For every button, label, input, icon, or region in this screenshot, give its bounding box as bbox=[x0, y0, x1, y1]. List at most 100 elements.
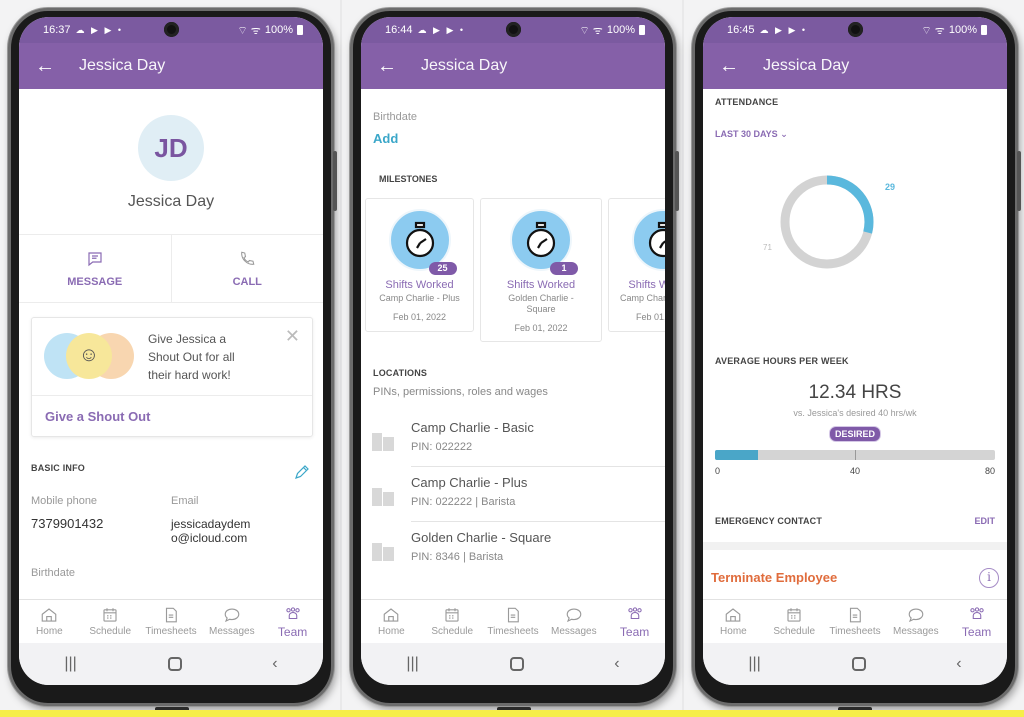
screen: 16:37 ☁ ▶ ▶ • ⌔ ᯤ 100% ← Jessica Day JD J… bbox=[19, 17, 323, 685]
attendance-heading: ATTENDANCE bbox=[715, 97, 779, 107]
tab-schedule[interactable]: Schedule bbox=[422, 600, 483, 643]
tab-team[interactable]: Team bbox=[604, 600, 665, 643]
profile-content[interactable]: JD Jessica Day MESSAGE CALL ☺ Give Jessi… bbox=[19, 89, 323, 599]
tab-label: Schedule bbox=[773, 626, 816, 637]
side-button bbox=[1017, 151, 1021, 211]
system-back-button[interactable]: ‹ bbox=[272, 655, 277, 673]
status-bar: 16:45 ☁ ▶ ▶ • ⌔ ᯤ 100% bbox=[703, 17, 1007, 43]
edit-emergency-contact-button[interactable]: EDIT bbox=[974, 516, 995, 526]
system-back-button[interactable]: ‹ bbox=[956, 655, 961, 673]
message-icon bbox=[88, 251, 102, 266]
milestone-card[interactable]: Shifts Worked Camp Charlie - Basic Feb 0… bbox=[608, 198, 665, 332]
milestone-date: Feb 01, 2022 bbox=[392, 312, 447, 322]
locations-list: Camp Charlie - Basic PIN: 022222 Camp Cha… bbox=[361, 412, 665, 577]
phone-frame-milestones: 16:44 ☁ ▶ ▶ • ⌔ ᯤ 100% ← Jessica Day Birt… bbox=[350, 8, 679, 706]
terminate-employee-row[interactable]: Terminate Employee i bbox=[703, 550, 1007, 599]
team-icon bbox=[969, 606, 984, 619]
back-arrow-icon[interactable]: ← bbox=[377, 56, 421, 76]
screen: 16:45 ☁ ▶ ▶ • ⌔ ᯤ 100% ← Jessica Day ATTE… bbox=[703, 17, 1007, 685]
milestone-title: Shifts Worked bbox=[506, 279, 576, 291]
recent-apps-button[interactable]: ||| bbox=[748, 655, 760, 673]
calendar-icon bbox=[445, 608, 459, 622]
tab-timesheets[interactable]: Timesheets bbox=[141, 600, 202, 643]
home-icon bbox=[726, 608, 741, 622]
hours-axis: 0 40 80 bbox=[715, 466, 995, 478]
milestones-heading: MILESTONES bbox=[379, 174, 438, 184]
tab-team[interactable]: Team bbox=[262, 600, 323, 643]
side-button bbox=[333, 151, 337, 211]
document-icon bbox=[507, 607, 519, 623]
system-back-button[interactable]: ‹ bbox=[614, 655, 619, 673]
add-birthdate-link[interactable]: Add bbox=[373, 131, 653, 146]
emergency-contact-row: EMERGENCY CONTACT EDIT bbox=[703, 516, 1007, 550]
location-item[interactable]: Camp Charlie - Plus PIN: 022222 | Barista bbox=[361, 467, 665, 522]
give-shoutout-link[interactable]: Give a Shout Out bbox=[32, 396, 312, 436]
tab-team[interactable]: Team bbox=[946, 600, 1007, 643]
profile-content[interactable]: Birthdate Add MILESTONES 25 Shifts Worke… bbox=[361, 89, 665, 599]
tab-messages[interactable]: Messages bbox=[201, 600, 262, 643]
shoutout-text: Give Jessica a Shout Out for all their h… bbox=[148, 331, 235, 382]
notification-icons: ☁ ▶ ▶ • bbox=[75, 24, 124, 35]
location-name: Camp Charlie - Plus bbox=[411, 475, 528, 490]
recent-apps-button[interactable]: ||| bbox=[406, 655, 418, 673]
milestone-card[interactable]: 1 Shifts Worked Golden Charlie - Square … bbox=[480, 198, 602, 342]
location-item[interactable]: Camp Charlie - Basic PIN: 022222 bbox=[361, 412, 665, 467]
edit-pencil-icon[interactable] bbox=[293, 463, 311, 486]
avg-hours-heading: AVERAGE HOURS PER WEEK bbox=[715, 356, 849, 366]
tab-home[interactable]: Home bbox=[703, 600, 764, 643]
tab-timesheets[interactable]: Timesheets bbox=[825, 600, 886, 643]
tab-home[interactable]: Home bbox=[19, 600, 80, 643]
call-button[interactable]: CALL bbox=[170, 235, 324, 302]
tab-messages[interactable]: Messages bbox=[885, 600, 946, 643]
milestone-card[interactable]: 25 Shifts Worked Camp Charlie - Plus Feb… bbox=[365, 198, 474, 332]
location-detail: PIN: 8346 | Barista bbox=[411, 551, 504, 563]
profile-content[interactable]: ATTENDANCE LAST 30 DAYS ⌄ 29 71 AVERAGE … bbox=[703, 89, 1007, 599]
contact-actions: MESSAGE CALL bbox=[19, 235, 323, 303]
system-nav-bar: ||| ‹ bbox=[703, 643, 1007, 685]
tab-timesheets[interactable]: Timesheets bbox=[483, 600, 544, 643]
location-detail: PIN: 022222 | Barista bbox=[411, 496, 516, 508]
avg-hours-subtitle: vs. Jessica's desired 40 hrs/wk bbox=[793, 408, 917, 418]
birthdate-label: Birthdate bbox=[373, 111, 418, 123]
basic-info-heading: BASIC INFO bbox=[31, 463, 86, 473]
tab-home[interactable]: Home bbox=[361, 600, 422, 643]
tab-messages[interactable]: Messages bbox=[543, 600, 604, 643]
document-icon bbox=[165, 607, 177, 623]
milestones-carousel[interactable]: 25 Shifts Worked Camp Charlie - Plus Feb… bbox=[361, 198, 665, 342]
phone-frame-profile: 16:37 ☁ ▶ ▶ • ⌔ ᯤ 100% ← Jessica Day JD J… bbox=[8, 8, 337, 706]
phone-frame-attendance: 16:45 ☁ ▶ ▶ • ⌔ ᯤ 100% ← Jessica Day ATTE… bbox=[692, 8, 1021, 706]
bottom-tab-bar: Home Schedule Timesheets Messages Team bbox=[703, 599, 1007, 643]
milestone-title: Shifts Worked bbox=[385, 279, 454, 291]
status-time: 16:45 bbox=[727, 24, 755, 36]
location-item[interactable]: Golden Charlie - Square PIN: 8346 | Baris… bbox=[361, 522, 665, 577]
building-icon bbox=[361, 522, 399, 577]
close-icon[interactable]: ✕ bbox=[285, 326, 300, 347]
message-button[interactable]: MESSAGE bbox=[19, 235, 171, 302]
date-range-dropdown[interactable]: LAST 30 DAYS ⌄ bbox=[703, 129, 1007, 140]
info-icon[interactable]: i bbox=[979, 567, 999, 588]
tab-schedule[interactable]: Schedule bbox=[80, 600, 141, 643]
camera-icon bbox=[848, 22, 863, 37]
date-range-label: LAST 30 DAYS bbox=[715, 129, 778, 139]
app-bar: ← Jessica Day bbox=[19, 43, 323, 89]
home-button[interactable] bbox=[509, 657, 524, 671]
home-icon bbox=[384, 608, 399, 622]
back-arrow-icon[interactable]: ← bbox=[35, 56, 79, 76]
birthdate-label: Birthdate bbox=[31, 567, 76, 579]
building-icon bbox=[361, 412, 399, 467]
milestone-title: Shifts Worked bbox=[628, 279, 665, 291]
home-button[interactable] bbox=[167, 657, 182, 671]
calendar-icon bbox=[787, 608, 801, 622]
chevron-down-icon: ⌄ bbox=[780, 129, 788, 139]
tab-label: Home bbox=[720, 626, 747, 637]
recent-apps-button[interactable]: ||| bbox=[64, 655, 76, 673]
back-arrow-icon[interactable]: ← bbox=[719, 56, 763, 76]
terminate-employee-button[interactable]: Terminate Employee bbox=[711, 570, 837, 585]
tab-schedule[interactable]: Schedule bbox=[764, 600, 825, 643]
team-icon bbox=[627, 606, 642, 619]
phone-icon bbox=[241, 251, 255, 265]
home-button[interactable] bbox=[851, 657, 866, 671]
milestone-date: Feb 01, 2022 bbox=[635, 312, 665, 322]
notification-icons: ☁ ▶ ▶ • bbox=[759, 24, 808, 35]
camera-icon bbox=[164, 22, 179, 37]
